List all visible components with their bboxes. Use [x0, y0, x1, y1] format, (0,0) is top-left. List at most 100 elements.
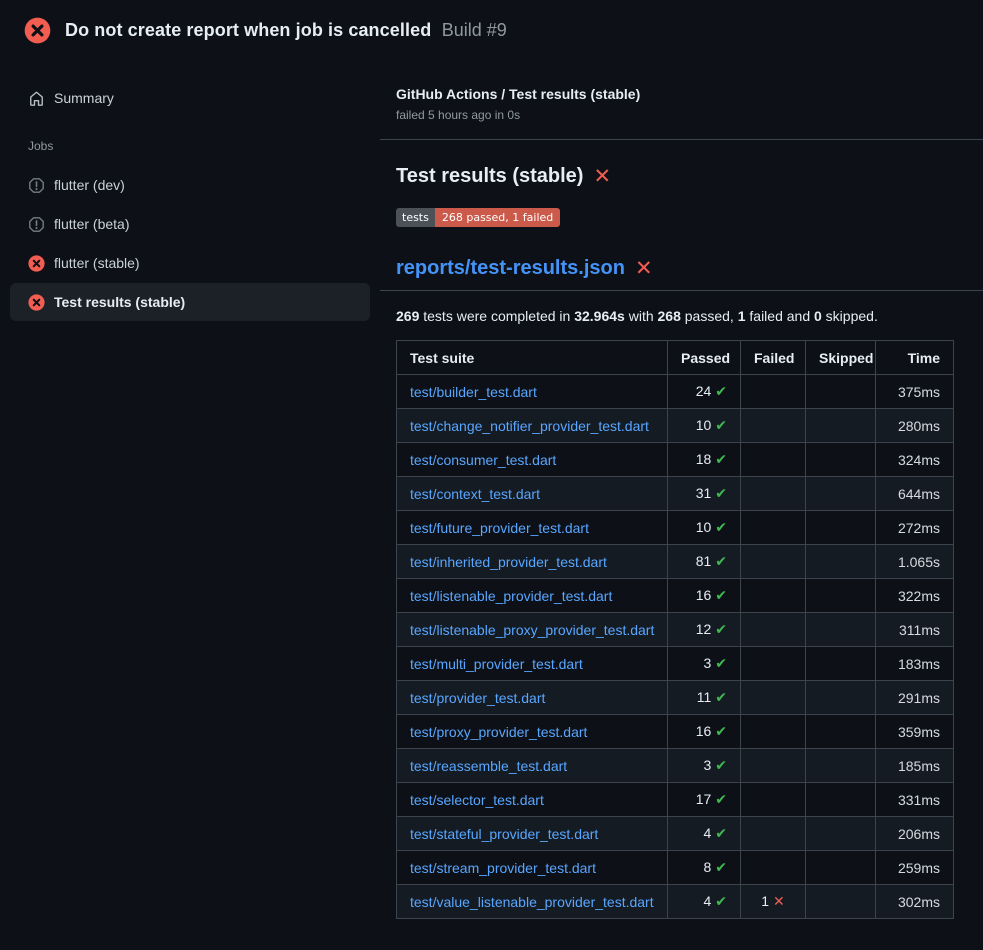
summary-text-part: with [625, 308, 658, 324]
x-circle-fill-icon [28, 255, 45, 272]
passed-cell: 8✔ [668, 851, 741, 885]
suite-link[interactable]: test/selector_test.dart [410, 792, 544, 808]
summary-text-part: passed, [681, 308, 738, 324]
section-heading: Test results (stable) ✕ [396, 165, 983, 188]
skipped-cell [806, 443, 876, 477]
badge-label: tests [396, 208, 435, 227]
passed-cell: 3✔ [668, 647, 741, 681]
report-heading: reports/test-results.json ✕ [396, 257, 983, 280]
table-row: test/provider_test.dart11✔291ms [397, 681, 954, 715]
suite-cell: test/future_provider_test.dart [397, 511, 668, 545]
suite-link[interactable]: test/change_notifier_provider_test.dart [410, 418, 649, 434]
summary-text-part: failed and [746, 308, 815, 324]
suite-link[interactable]: test/consumer_test.dart [410, 452, 556, 468]
sidebar-item-summary[interactable]: Summary [10, 79, 370, 117]
skipped-cell [806, 613, 876, 647]
passed-count: 3 [703, 655, 711, 671]
check-icon: ✔ [715, 417, 727, 433]
suite-cell: test/inherited_provider_test.dart [397, 545, 668, 579]
sidebar-job-item[interactable]: flutter (beta) [10, 205, 370, 243]
badge-value: 268 passed, 1 failed [435, 208, 560, 227]
column-header-test-suite: Test suite [397, 341, 668, 375]
suite-link[interactable]: test/stream_provider_test.dart [410, 860, 596, 876]
passed-cell: 4✔ [668, 817, 741, 851]
tests-status-badge: tests 268 passed, 1 failed [396, 208, 560, 227]
failed-cell [741, 375, 806, 409]
suite-link[interactable]: test/context_test.dart [410, 486, 540, 502]
table-row: test/multi_provider_test.dart3✔183ms [397, 647, 954, 681]
suite-cell: test/listenable_proxy_provider_test.dart [397, 613, 668, 647]
passed-cell: 10✔ [668, 511, 741, 545]
passed-count: 17 [696, 791, 712, 807]
table-row: test/future_provider_test.dart10✔272ms [397, 511, 954, 545]
suite-link[interactable]: test/inherited_provider_test.dart [410, 554, 607, 570]
sidebar-job-label: Test results (stable) [54, 294, 185, 310]
skipped-cell [806, 851, 876, 885]
check-icon: ✔ [715, 791, 727, 807]
suite-link[interactable]: test/builder_test.dart [410, 384, 537, 400]
column-header-time: Time [876, 341, 954, 375]
suite-link[interactable]: test/provider_test.dart [410, 690, 545, 706]
table-row: test/stateful_provider_test.dart 4✔ 206ms [397, 817, 954, 851]
summary-text-part: 32.964s [574, 308, 625, 324]
test-results-table: Test suitePassedFailedSkippedTime test/b… [396, 340, 954, 919]
sidebar-job-item[interactable]: flutter (stable) [10, 244, 370, 282]
suite-cell: test/builder_test.dart [397, 375, 668, 409]
report-file-link[interactable]: reports/test-results.json [396, 257, 625, 280]
x-circle-fill-icon [24, 17, 51, 44]
section-title: Test results (stable) [396, 165, 583, 188]
passed-count: 11 [697, 689, 712, 705]
suite-cell: test/consumer_test.dart [397, 443, 668, 477]
summary-text-part: tests were completed in [419, 308, 574, 324]
suite-link[interactable]: test/reassemble_test.dart [410, 758, 567, 774]
failed-cell [741, 681, 806, 715]
table-row: test/consumer_test.dart18✔324ms [397, 443, 954, 477]
suite-link[interactable]: test/stateful_provider_test.dart [410, 826, 598, 842]
suite-link[interactable]: test/proxy_provider_test.dart [410, 724, 587, 740]
time-cell: 302ms [876, 885, 954, 919]
test-summary-line: 269 tests were completed in 32.964s with… [396, 308, 983, 324]
passed-cell: 17✔ [668, 783, 741, 817]
time-cell: 280ms [876, 409, 954, 443]
sidebar-job-item[interactable]: Test results (stable) [10, 283, 370, 321]
report-heading-underline [380, 290, 983, 291]
x-icon: ✕ [773, 893, 785, 909]
passed-cell: 12✔ [668, 613, 741, 647]
failed-cell [741, 579, 806, 613]
time-cell: 375ms [876, 375, 954, 409]
suite-cell: test/stateful_provider_test.dart [397, 817, 668, 851]
suite-cell: test/selector_test.dart [397, 783, 668, 817]
check-icon: ✔ [715, 825, 727, 841]
skipped-cell [806, 477, 876, 511]
passed-cell: 11✔ [668, 681, 741, 715]
skipped-cell [806, 885, 876, 919]
failed-x-icon: ✕ [635, 258, 653, 279]
passed-count: 12 [696, 621, 712, 637]
check-icon: ✔ [715, 451, 727, 467]
suite-link[interactable]: test/listenable_proxy_provider_test.dart [410, 622, 654, 638]
passed-cell: 3✔ [668, 749, 741, 783]
skipped-cell [806, 817, 876, 851]
time-cell: 359ms [876, 715, 954, 749]
check-icon: ✔ [715, 757, 727, 773]
skipped-cell [806, 715, 876, 749]
suite-cell: test/listenable_provider_test.dart [397, 579, 668, 613]
failed-cell [741, 443, 806, 477]
suite-link[interactable]: test/value_listenable_provider_test.dart [410, 894, 654, 910]
column-header-passed: Passed [668, 341, 741, 375]
suite-link[interactable]: test/multi_provider_test.dart [410, 656, 583, 672]
check-icon: ✔ [715, 893, 727, 909]
time-cell: 206ms [876, 817, 954, 851]
check-icon: ✔ [715, 723, 727, 739]
skipped-cell [806, 749, 876, 783]
passed-count: 16 [696, 587, 712, 603]
skipped-cell [806, 579, 876, 613]
suite-link[interactable]: test/future_provider_test.dart [410, 520, 589, 536]
check-icon: ✔ [715, 383, 727, 399]
sidebar-summary-label: Summary [54, 90, 114, 106]
passed-cell: 24✔ [668, 375, 741, 409]
suite-cell: test/proxy_provider_test.dart [397, 715, 668, 749]
suite-link[interactable]: test/listenable_provider_test.dart [410, 588, 612, 604]
suite-cell: test/change_notifier_provider_test.dart [397, 409, 668, 443]
sidebar-job-item[interactable]: flutter (dev) [10, 166, 370, 204]
